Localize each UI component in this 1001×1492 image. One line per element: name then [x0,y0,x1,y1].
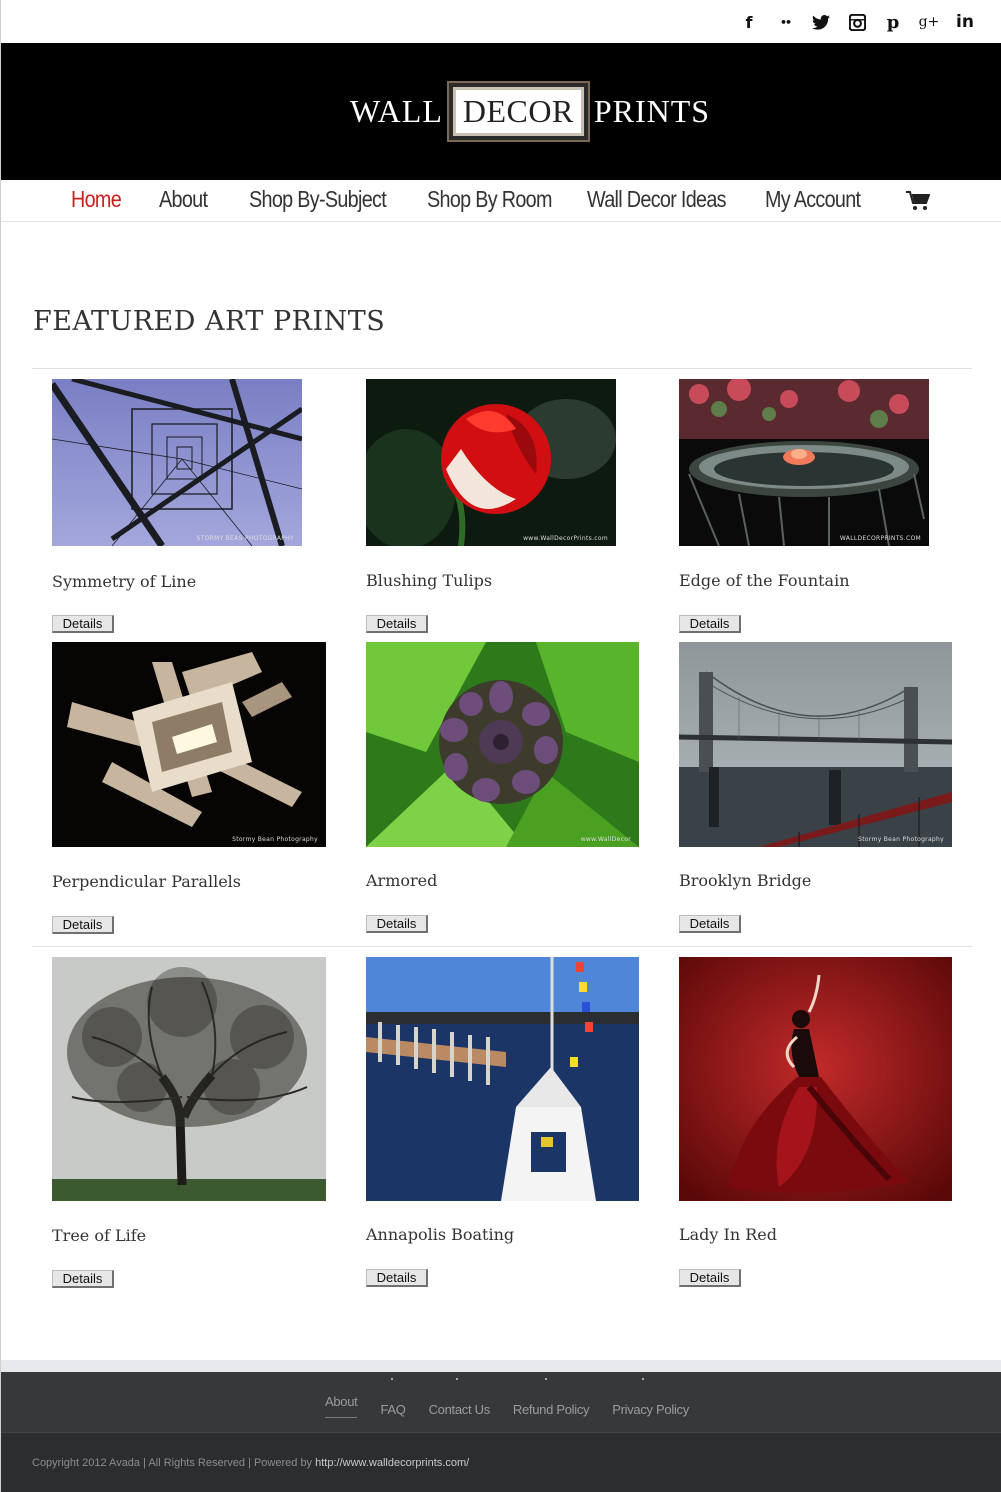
facebook-icon[interactable]: f [740,12,758,32]
product-card: Lady In Red Details [679,957,959,1297]
product-title[interactable]: Perpendicular Parallels [52,872,241,891]
product-image[interactable]: Stormy Bean Photography [52,642,326,847]
nav-item-my-account[interactable]: My Account [765,186,861,213]
product-image[interactable] [366,957,639,1201]
product-title[interactable]: Symmetry of Line [52,572,196,591]
footer-divider [1,1360,1001,1372]
twitter-icon[interactable] [812,12,830,32]
header-logo-band: WALL DECOR PRINTS [1,43,1001,180]
divider [32,368,972,369]
product-image[interactable]: WALLDECORPRINTS.COM [679,379,929,546]
product-title[interactable]: Tree of Life [52,1226,146,1245]
footer-link-contact-us[interactable]: Contact Us [429,1402,491,1418]
shopping-cart-icon[interactable] [906,191,931,211]
details-button[interactable]: Details [52,916,114,934]
footer-link-refund-policy[interactable]: Refund Policy [513,1402,590,1418]
top-social-bar: f •• p g+ in [1,0,1001,43]
product-image[interactable] [679,957,952,1201]
google-plus-icon[interactable]: g+ [919,12,940,32]
product-image[interactable] [52,957,326,1201]
product-card: Stormy Bean Photography Perpendicular Pa… [52,642,332,937]
product-title[interactable]: Edge of the Fountain [679,571,850,590]
product-image[interactable]: www.WallDecorPrints.com [366,379,616,546]
product-image[interactable]: www.WallDecor [366,642,639,847]
details-button[interactable]: Details [366,615,428,633]
main-navigation: Home About Shop By-Subject Shop By Room … [1,180,1001,222]
image-watermark: Stormy Bean Photography [232,836,318,843]
divider [32,946,972,947]
nav-item-shop-by-room[interactable]: Shop By Room [427,186,552,213]
image-watermark: WALLDECORPRINTS.COM [839,535,921,542]
copyright-link[interactable]: http://www.walldecorprints.com/ [315,1457,469,1469]
page: f •• p g+ in WALL DECOR PRINTS Home Abou… [0,0,1001,1492]
product-title[interactable]: Armored [366,871,437,890]
linkedin-icon[interactable]: in [956,12,974,32]
footer-nav: About FAQ Contact Us Refund Policy Priva… [1,1372,1001,1432]
details-button[interactable]: Details [52,615,114,633]
product-title[interactable]: Brooklyn Bridge [679,871,811,890]
logo-word-framed: DECOR [446,80,590,142]
site-logo[interactable]: WALL DECOR PRINTS [350,79,710,143]
image-watermark: www.WallDecorPrints.com [523,535,608,542]
nav-item-shop-by-subject[interactable]: Shop By-Subject [249,186,387,213]
nav-item-home[interactable]: Home [71,186,122,213]
social-links: f •• p g+ in [740,12,974,33]
product-card: WALLDECORPRINTS.COM Edge of the Fountain… [679,379,939,634]
product-card: www.WallDecor Armored Details [366,642,646,937]
page-title: FEATURED ART PRINTS [33,306,386,337]
image-watermark: www.WallDecor [580,836,631,843]
product-card: Tree of Life Details [52,957,332,1297]
footer-link-faq[interactable]: FAQ [380,1402,405,1418]
product-image[interactable]: STORMY BEAS PHOTOGRAPHY [52,379,302,546]
nav-item-about[interactable]: About [159,186,208,213]
copyright-text: Copyright 2012 Avada | All Rights Reserv… [32,1457,313,1469]
product-title[interactable]: Lady In Red [679,1225,777,1244]
footer-link-about[interactable]: About [325,1394,358,1418]
details-button[interactable]: Details [52,1270,114,1288]
logo-word-right: PRINTS [593,92,711,129]
footer-link-privacy-policy[interactable]: Privacy Policy [612,1402,689,1418]
details-button[interactable]: Details [366,1269,428,1287]
product-title[interactable]: Annapolis Boating [366,1225,514,1244]
pinterest-icon[interactable]: p [884,12,902,33]
nav-item-wall-decor-ideas[interactable]: Wall Decor Ideas [587,186,727,213]
product-card: STORMY BEAS PHOTOGRAPHY Symmetry of Line… [52,379,312,634]
details-button[interactable]: Details [679,615,741,633]
flickr-icon[interactable]: •• [776,12,794,32]
details-button[interactable]: Details [366,915,428,933]
image-watermark: Stormy Bean Photography [858,836,944,843]
product-image[interactable]: Stormy Bean Photography [679,642,952,847]
product-title[interactable]: Blushing Tulips [366,571,492,590]
copyright: Copyright 2012 Avada | All Rights Reserv… [32,1457,469,1469]
product-card: Stormy Bean Photography Brooklyn Bridge … [679,642,959,937]
image-watermark: STORMY BEAS PHOTOGRAPHY [196,535,294,542]
details-button[interactable]: Details [679,915,741,933]
logo-word-left: WALL [350,92,443,129]
copyright-bar: Copyright 2012 Avada | All Rights Reserv… [1,1432,1001,1492]
instagram-icon[interactable] [848,12,866,32]
product-card: www.WallDecorPrints.com Blushing Tulips … [366,379,626,634]
product-card: Annapolis Boating Details [366,957,646,1297]
details-button[interactable]: Details [679,1269,741,1287]
